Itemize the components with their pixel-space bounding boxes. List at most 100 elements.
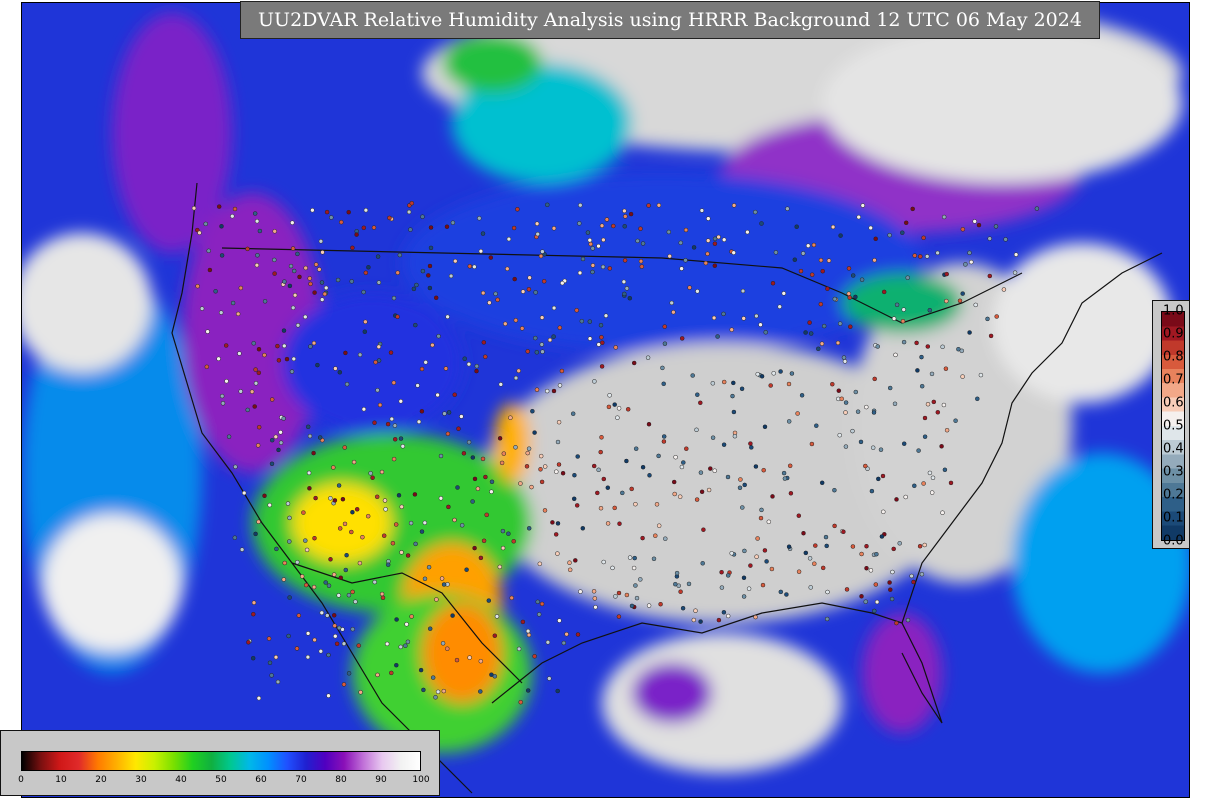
station-dot <box>575 632 581 637</box>
station-dot <box>770 280 776 286</box>
station-dot <box>351 459 357 465</box>
station-dot <box>577 270 583 276</box>
station-dot <box>325 613 330 618</box>
station-dot <box>363 207 369 213</box>
station-dot <box>295 559 300 565</box>
station-dot <box>769 566 775 572</box>
station-dot <box>605 521 611 526</box>
station-dot <box>762 424 768 430</box>
station-dot <box>346 671 352 676</box>
station-dot <box>672 491 677 497</box>
station-dot <box>477 216 482 221</box>
station-dot <box>909 573 914 579</box>
station-dot <box>578 589 583 594</box>
station-dot <box>725 474 731 480</box>
station-dot <box>624 286 630 291</box>
station-dot <box>430 342 435 348</box>
station-dot <box>646 421 652 427</box>
station-dot <box>487 300 492 305</box>
station-dot <box>808 585 813 590</box>
station-dot <box>357 560 363 566</box>
station-dot <box>671 479 677 485</box>
station-dot <box>251 600 257 605</box>
station-dot <box>529 484 534 490</box>
station-dot <box>754 554 759 559</box>
station-dot <box>922 415 928 421</box>
station-dot <box>448 273 454 279</box>
station-dot <box>489 479 495 485</box>
station-dot <box>409 200 415 206</box>
station-dot <box>317 435 323 440</box>
station-dot <box>519 326 525 331</box>
station-dot <box>481 340 487 345</box>
station-dot <box>715 334 720 339</box>
station-dot <box>864 404 869 410</box>
station-dot <box>512 276 517 282</box>
station-dot <box>406 209 412 215</box>
station-dot <box>640 464 646 470</box>
station-dot <box>290 305 296 311</box>
station-dot <box>698 619 703 624</box>
station-dot <box>427 626 433 631</box>
station-dot <box>627 295 633 301</box>
station-dot <box>599 223 605 228</box>
station-dot <box>398 644 403 650</box>
station-dot <box>319 610 325 616</box>
station-dot <box>256 424 262 430</box>
station-dot <box>440 641 446 646</box>
station-dot <box>292 292 298 298</box>
station-dot <box>571 496 577 502</box>
station-dot <box>658 601 663 607</box>
station-dot <box>818 257 824 263</box>
station-dot <box>556 462 562 467</box>
station-dot <box>853 294 858 300</box>
station-dot <box>957 298 963 304</box>
station-dot <box>287 595 292 600</box>
station-dot <box>328 496 333 501</box>
station-dot <box>587 336 593 341</box>
station-dot <box>478 248 484 254</box>
station-dot <box>238 389 243 394</box>
station-dot <box>788 491 794 496</box>
station-dot <box>737 485 743 491</box>
station-dot <box>731 380 736 386</box>
station-dot <box>825 589 830 595</box>
station-dot <box>495 297 500 303</box>
station-dot <box>526 632 532 638</box>
station-dot <box>199 306 205 311</box>
station-dot <box>784 592 789 597</box>
station-dot <box>361 406 367 412</box>
station-dot <box>553 532 559 537</box>
station-dot <box>876 476 881 482</box>
station-dot <box>213 289 218 294</box>
station-dot <box>730 393 735 399</box>
station-dot <box>922 542 927 548</box>
station-dot <box>350 509 355 515</box>
station-dot <box>693 608 698 613</box>
station-dot <box>253 531 258 537</box>
station-dot <box>888 587 893 592</box>
station-dot <box>256 346 262 352</box>
station-dot <box>513 318 519 323</box>
station-dot <box>613 594 618 599</box>
station-dot <box>666 229 672 235</box>
station-dot <box>758 515 764 521</box>
station-dot <box>538 453 544 459</box>
station-dot <box>748 441 753 446</box>
station-dot <box>598 322 604 328</box>
station-dot <box>336 483 342 488</box>
station-dot <box>539 479 545 485</box>
station-dot <box>344 381 350 387</box>
station-dot <box>622 258 628 263</box>
station-dot <box>400 444 406 449</box>
station-dot <box>296 613 302 618</box>
station-dot <box>195 283 200 289</box>
station-dot <box>580 256 586 262</box>
station-dot <box>808 331 814 336</box>
station-dot <box>719 585 725 590</box>
station-dot <box>436 333 441 339</box>
station-dot <box>843 400 849 405</box>
station-dot <box>230 213 235 219</box>
station-dot <box>363 270 369 276</box>
station-dot <box>710 435 716 440</box>
